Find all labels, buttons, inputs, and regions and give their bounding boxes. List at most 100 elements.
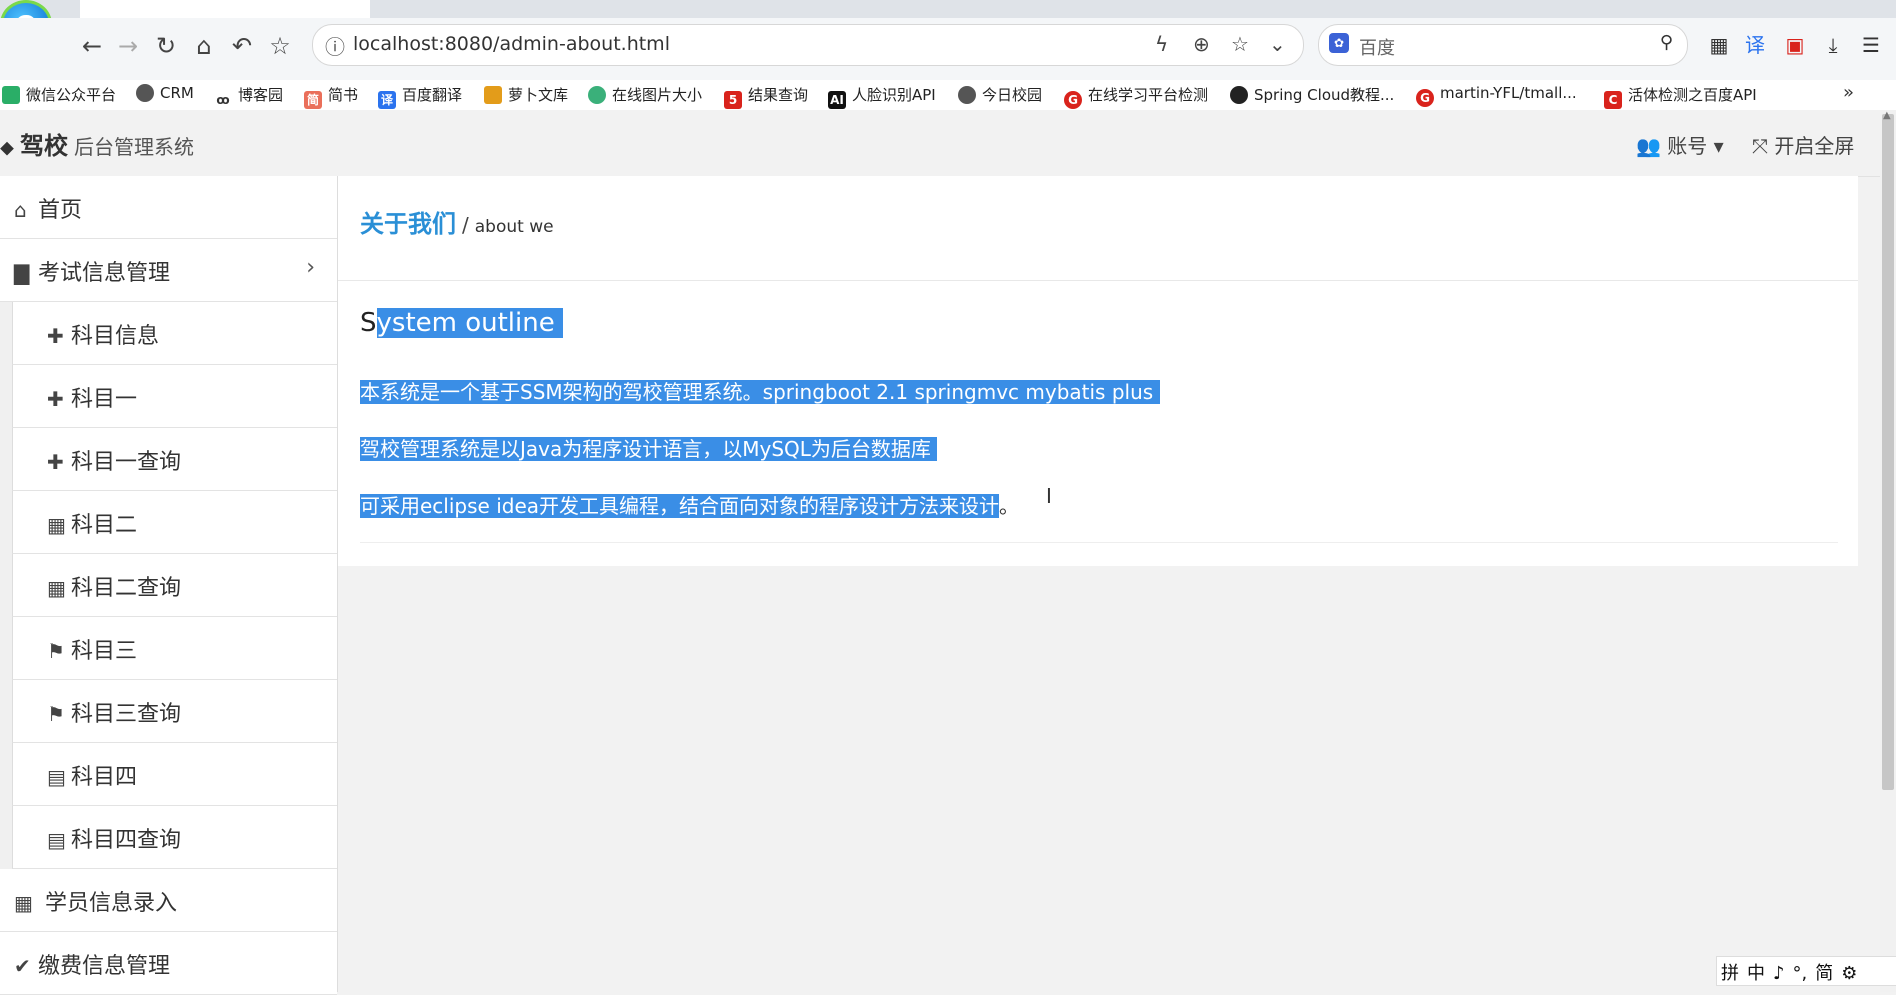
bookmark-item[interactable]: 今日校园 [958, 84, 1042, 105]
undo-icon[interactable]: ↶ [226, 30, 258, 62]
search-icon[interactable]: ⚲ [1660, 32, 1673, 53]
forward-icon[interactable]: → [112, 30, 144, 62]
puzzle-icon: ✚ [47, 324, 64, 348]
download-icon[interactable]: ⤓ [1818, 30, 1848, 60]
bookmark-item[interactable]: C 活体检测之百度API [1604, 84, 1757, 109]
account-menu[interactable]: 👥 账号 ▾ [1636, 130, 1724, 159]
sidebar-item-subject-four-query[interactable]: ▤ 科目四查询 [12, 806, 337, 869]
home-icon: ⌂ [14, 198, 27, 222]
calendar-icon: ▤ [47, 765, 66, 789]
bookmark-item[interactable]: 在线图片大小 [588, 84, 702, 105]
browser-toolbar: ← → ↻ ⌂ ↶ ☆ ⓘ localhost:8080/admin-about… [0, 18, 1896, 81]
sidebar-item-student-entry[interactable]: ▦ 学员信息录入 [0, 869, 337, 932]
c-icon: C [1604, 91, 1622, 109]
ime-pinyin-icon[interactable]: 拼 [1721, 959, 1739, 985]
search-box[interactable]: ✿ 百度 ⚲ [1318, 24, 1688, 66]
menu-icon[interactable]: ☰ [1856, 30, 1886, 60]
g-icon: G [1416, 89, 1434, 107]
sidebar-item-payment[interactable]: ✔ 缴费信息管理 [0, 932, 337, 995]
lightning-icon[interactable]: ϟ [1155, 32, 1168, 56]
sidebar-item-home[interactable]: ⌂ 首页 [0, 176, 337, 239]
table-icon: ▦ [14, 891, 33, 915]
bookmark-item[interactable]: 简简书 [304, 84, 358, 109]
ai-icon: AI [828, 91, 846, 109]
github-icon [1230, 86, 1248, 104]
grid-icon: ▦ [47, 576, 66, 600]
paragraph: 本系统是一个基于SSM架构的驾校管理系统。springboot 2.1 spri… [360, 376, 1160, 405]
globe-icon [136, 84, 154, 102]
brand[interactable]: ⬥ 驾校 后台管理系统 [0, 126, 194, 161]
bookmarks-bar: 微信公众平台 CRM ꝏ 博客园 简简书 译百度翻译 萝卜文库 在线图片大小 5结… [0, 80, 1896, 111]
ime-simplified-icon[interactable]: 简 [1815, 959, 1833, 985]
sidebar-item-subject-two[interactable]: ▦ 科目二 [12, 491, 337, 554]
divider [338, 280, 1858, 281]
section-heading: System outline [360, 308, 563, 338]
paragraph: 驾校管理系统是以Java为程序设计语言，以MySQL为后台数据库 [360, 433, 938, 462]
sidebar-item-subject-three-query[interactable]: ⚑ 科目三查询 [12, 680, 337, 743]
search-placeholder[interactable]: 百度 [1359, 34, 1395, 60]
info-icon[interactable]: ⓘ [325, 31, 345, 60]
scrollbar-thumb[interactable] [1882, 114, 1894, 790]
bookmark-icon: ⚑ [47, 702, 65, 726]
app-header: ⬥ 驾校 后台管理系统 👥 账号 ▾ ⤧ 开启全屏 [0, 110, 1880, 177]
selected-text: ystem outline [376, 308, 555, 338]
sidebar-item-subject-three[interactable]: ⚑ 科目三 [12, 617, 337, 680]
ime-settings-icon[interactable]: ⚙ [1841, 963, 1857, 984]
jianshu-icon: 简 [304, 91, 322, 109]
bookmark-item[interactable]: ꝏ 博客园 [214, 84, 283, 109]
brand-subtitle: 后台管理系统 [74, 135, 194, 159]
sidebar-item-subject-four[interactable]: ▤ 科目四 [12, 743, 337, 806]
back-icon[interactable]: ← [76, 30, 108, 62]
calendar-icon: ▤ [47, 828, 66, 852]
bookmarks-more-icon[interactable]: » [1843, 82, 1854, 103]
bookmark-item[interactable]: G 在线学习平台检测 [1064, 84, 1208, 109]
sidebar-item-subject-one-query[interactable]: ✚ 科目一查询 [12, 428, 337, 491]
page-subtitle: about we [474, 217, 554, 237]
bookmark-item[interactable]: CRM [136, 84, 194, 102]
bookmark-icon: ⚑ [47, 639, 65, 663]
sidebar: ⌂ 首页 ▇ 考试信息管理 › ✚ 科目信息 ✚ 科目一 ✚ 科目一查询 ▦ 科目二 ▦ 科目… [0, 176, 338, 995]
sidebar-item-exam[interactable]: ▇ 考试信息管理 › [0, 239, 337, 302]
bookmark-item[interactable]: 微信公众平台 [2, 84, 116, 105]
tab-strip [0, 0, 1896, 18]
fullscreen-button[interactable]: ⤧ 开启全屏 [1752, 130, 1854, 159]
bookmark-item[interactable]: Gmartin-YFL/tmall... [1416, 84, 1577, 107]
ime-moon-icon[interactable]: ♪ [1773, 963, 1785, 984]
chevron-right-icon: › [306, 255, 315, 280]
address-url[interactable]: localhost:8080/admin-about.html [353, 33, 670, 55]
star-icon[interactable]: ☆ [264, 30, 296, 62]
bookmark-item[interactable]: 萝卜文库 [484, 84, 568, 105]
chevron-down-icon[interactable]: ⌄ [1269, 32, 1286, 56]
ime-punct-icon[interactable]: °, [1793, 963, 1808, 984]
bookmark-star-icon[interactable]: ☆ [1231, 32, 1249, 56]
pdf-icon[interactable]: ▣ [1780, 30, 1810, 60]
bookmark-item[interactable]: 5 结果查询 [724, 84, 808, 109]
reload-icon[interactable]: ↻ [150, 30, 182, 62]
sidebar-item-subject-two-query[interactable]: ▦ 科目二查询 [12, 554, 337, 617]
translate-icon[interactable]: 译 [1740, 30, 1770, 60]
sidebar-item-subject-info[interactable]: ✚ 科目信息 [12, 302, 337, 365]
home-icon[interactable]: ⌂ [188, 30, 220, 62]
active-tab[interactable] [80, 0, 370, 18]
sidebar-item-subject-one[interactable]: ✚ 科目一 [12, 365, 337, 428]
bookmark-item[interactable]: AI 人脸识别API [828, 84, 936, 109]
scroll-up-icon[interactable]: ▲ [1883, 110, 1891, 121]
tag-icon: ⬥ [0, 135, 14, 159]
file-icon: ▇ [14, 261, 30, 285]
zoom-icon[interactable]: ⊕ [1193, 32, 1210, 56]
cnblogs-icon: ꝏ [214, 91, 232, 109]
qr-icon[interactable]: ▦ [1704, 30, 1734, 60]
check-icon: ✔ [14, 954, 31, 978]
baidu-icon: ✿ [1329, 33, 1349, 53]
ime-chinese-icon[interactable]: 中 [1747, 959, 1765, 985]
bookmark-item[interactable]: Spring Cloud教程... [1230, 84, 1394, 105]
ime-toolbar: 拼中 ♪ °, 简 ⚙ [1716, 956, 1896, 986]
globe-icon [958, 86, 976, 104]
content-panel: 关于我们 / about we System outline 本系统是一个基于SSM… [338, 176, 1858, 566]
text-cursor-icon: I [1046, 484, 1052, 508]
carrot-icon [484, 86, 502, 104]
bookmark-item[interactable]: 译百度翻译 [378, 84, 462, 109]
wechat-icon [2, 86, 20, 104]
address-bar[interactable]: ⓘ localhost:8080/admin-about.html ϟ ⊕ ☆ … [312, 24, 1304, 66]
puzzle-icon: ✚ [47, 387, 64, 411]
